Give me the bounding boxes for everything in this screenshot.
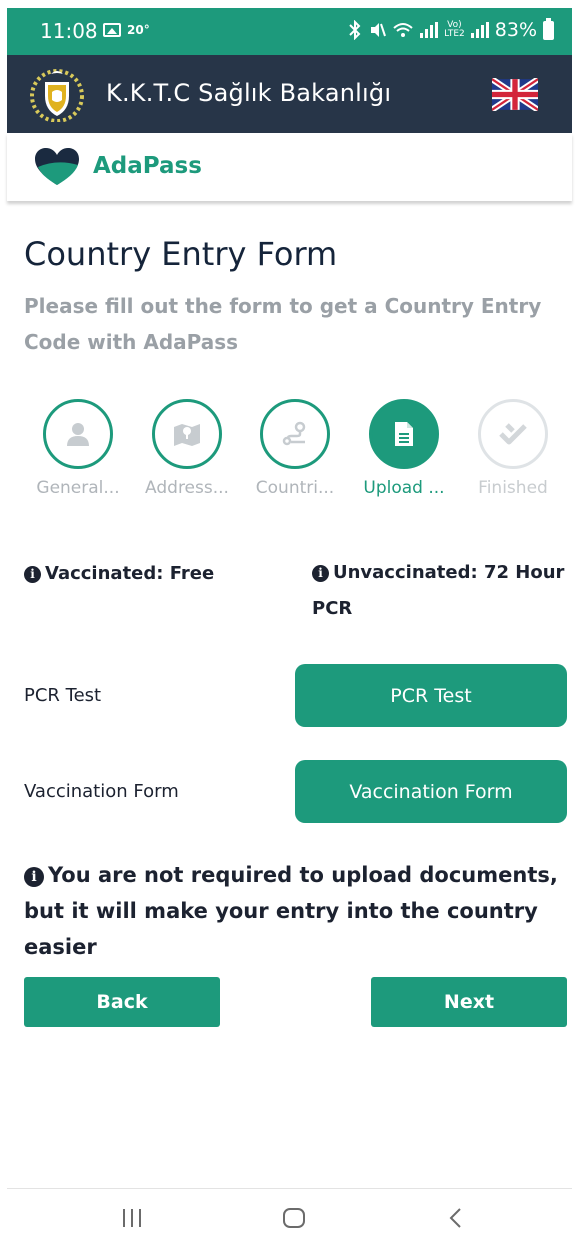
kktc-emblem-icon	[30, 69, 84, 122]
document-icon	[395, 422, 413, 446]
brand-bar: AdaPass	[7, 133, 572, 201]
upload-notice: i You are not required to upload document…	[24, 863, 558, 959]
check-icon	[499, 423, 527, 445]
step-label: Address...	[145, 478, 229, 498]
battery-percent: 83%	[494, 19, 537, 41]
vaccination-form-upload-button[interactable]: Vaccination Form	[295, 760, 567, 823]
route-icon	[282, 421, 306, 446]
step-label: Countri...	[255, 478, 335, 498]
status-bar: 11:08 20° Vo) LTE2 83%	[7, 8, 572, 55]
home-button[interactable]	[272, 1203, 316, 1233]
volte-lte-icon: Vo) LTE2	[444, 20, 465, 39]
step-countries[interactable]: Countri...	[240, 399, 350, 498]
signal-2-icon	[470, 22, 489, 38]
signal-icon	[420, 22, 439, 38]
note-vaccinated: i Vaccinated: Free	[24, 563, 214, 584]
wifi-icon	[393, 23, 413, 37]
status-time: 11:08	[40, 19, 98, 43]
user-icon	[67, 423, 89, 446]
page-subtitle: Please fill out the form to get a Countr…	[24, 294, 542, 354]
step-finished[interactable]: Finished	[458, 399, 568, 498]
info-icon: i	[312, 565, 329, 582]
mute-icon	[371, 23, 387, 37]
vaccination-form-label: Vaccination Form	[24, 781, 179, 802]
battery-icon	[543, 17, 554, 40]
step-address[interactable]: Address...	[132, 399, 242, 498]
note-unvaccinated: i Unvaccinated: 72 Hour PCR	[312, 562, 565, 619]
back-nav-button[interactable]	[433, 1203, 477, 1233]
uk-flag-icon[interactable]	[492, 78, 538, 111]
pcr-test-upload-button[interactable]: PCR Test	[295, 664, 567, 727]
step-label: Upload ...	[363, 478, 445, 498]
info-icon: i	[24, 867, 44, 887]
step-label: General...	[36, 478, 120, 498]
brand-name: AdaPass	[93, 153, 202, 179]
next-button[interactable]: Next	[371, 977, 567, 1027]
step-general[interactable]: General...	[23, 399, 133, 498]
status-temperature: 20°	[127, 23, 150, 37]
page-title: Country Entry Form	[24, 235, 338, 273]
gallery-notification-icon	[103, 23, 121, 37]
step-label: Finished	[478, 478, 548, 498]
step-upload[interactable]: Upload ...	[349, 399, 459, 498]
back-chevron-icon	[449, 1208, 461, 1228]
heart-logo-icon	[35, 148, 79, 185]
map-icon	[174, 424, 200, 446]
recent-apps-icon	[123, 1209, 141, 1227]
home-icon	[283, 1208, 305, 1228]
back-button[interactable]: Back	[24, 977, 220, 1027]
bluetooth-icon	[349, 20, 361, 40]
info-icon: i	[24, 566, 41, 583]
header-title: K.K.T.C Sağlık Bakanlığı	[106, 79, 392, 107]
system-nav-divider	[7, 1188, 572, 1189]
recent-apps-button[interactable]	[110, 1203, 154, 1233]
app-header: K.K.T.C Sağlık Bakanlığı	[7, 55, 572, 133]
pcr-test-label: PCR Test	[24, 685, 102, 706]
